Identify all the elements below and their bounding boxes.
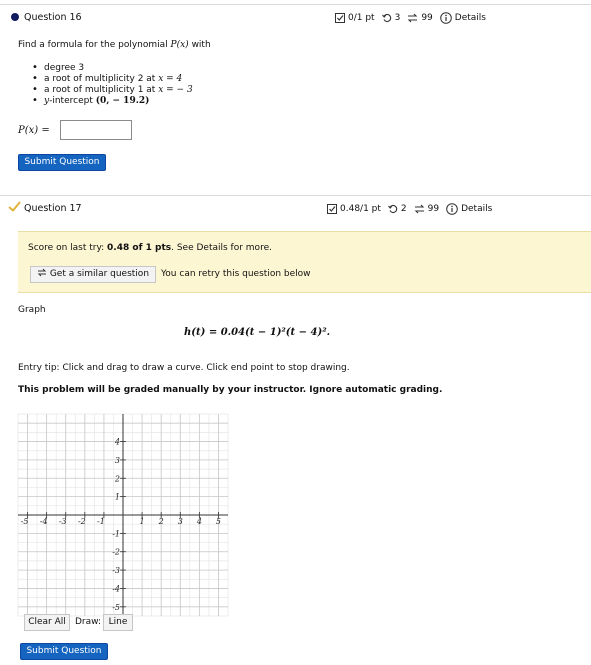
prompt-suffix: with <box>191 40 211 50</box>
details-link[interactable]: Details <box>455 13 486 23</box>
list-item: a root of multiplicity 1 at x = − 3 <box>30 84 193 96</box>
details-link[interactable]: Details <box>461 204 492 214</box>
y-tick-label: 1 <box>115 493 120 502</box>
x-tick-label: 2 <box>158 517 164 526</box>
y-tick-label: -4 <box>112 584 120 593</box>
score-icon <box>335 13 345 23</box>
y-tick-label: -1 <box>112 529 120 538</box>
question-16-title: Question 16 <box>24 12 82 23</box>
question-17-header: Question 17 0.48/1 pt 2 99 Details <box>0 195 591 222</box>
question-17-title: Question 17 <box>24 203 82 214</box>
line-tool-button[interactable]: Line <box>103 614 133 631</box>
x-tick-label: -1 <box>97 517 105 526</box>
x-tick-label: 1 <box>140 517 145 526</box>
question-16-retries: 3 <box>394 13 401 23</box>
info-icon[interactable] <box>446 203 458 215</box>
graph-canvas[interactable]: -5 -4 -3 -2 -1 1 2 3 4 5 4 3 2 1 -1 -2 -3 -4 -5 <box>14 410 232 620</box>
question-16-meta: 0/1 pt 3 99 Details <box>335 12 486 24</box>
question-17-attempts: 99 <box>427 204 440 214</box>
last-try-text: Score on last try: 0.48 of 1 pts. See De… <box>28 243 272 253</box>
question-17-meta: 0.48/1 pt 2 99 Details <box>327 203 492 215</box>
submit-question-button[interactable]: Submit Question <box>18 154 106 171</box>
x-tick-label: 4 <box>196 517 202 526</box>
answer-label: P(x) = <box>18 125 50 136</box>
retries-icon <box>387 204 398 214</box>
question-16-prompt: Find a formula for the polynomial P(x) w… <box>18 40 211 50</box>
manual-grading-note: This problem will be graded manually by … <box>18 385 443 395</box>
list-item: degree 3 <box>30 62 193 74</box>
last-try-notice: Score on last try: 0.48 of 1 pts. See De… <box>18 231 591 293</box>
clear-all-button[interactable]: Clear All <box>24 614 70 631</box>
question-17-retries: 2 <box>400 204 407 214</box>
graph-label: Graph <box>18 305 46 315</box>
y-tick-label: 4 <box>114 438 120 447</box>
function-formula: h(t) = 0.04(t − 1)²(t − 4)². <box>184 327 331 338</box>
list-item: a root of multiplicity 2 at x = 4 <box>30 73 193 85</box>
attempts-icon <box>414 204 425 214</box>
list-item: y-intercept (0, − 19.2) <box>30 95 193 107</box>
y-tick-label: -2 <box>112 548 120 557</box>
question-16-score: 0/1 pt <box>348 13 375 23</box>
y-tick-label: 2 <box>114 474 120 483</box>
x-tick-label: -5 <box>21 517 29 526</box>
retries-icon <box>381 13 392 23</box>
retry-text: You can retry this question below <box>161 269 311 279</box>
x-tick-label: -3 <box>59 517 67 526</box>
entry-tip: Entry tip: Click and drag to draw a curv… <box>18 363 350 373</box>
answer-input[interactable] <box>60 120 132 140</box>
x-tick-label: 5 <box>216 517 221 526</box>
prompt-math: P(x) <box>170 40 189 50</box>
x-tick-label: -2 <box>78 517 86 526</box>
draw-label: Draw: <box>75 617 102 627</box>
y-tick-label: 3 <box>115 456 120 465</box>
y-tick-label: -3 <box>112 566 120 575</box>
requirements-list: degree 3 a root of multiplicity 2 at x =… <box>30 62 193 107</box>
question-17-score: 0.48/1 pt <box>340 204 381 214</box>
attempts-icon <box>407 13 418 23</box>
info-icon[interactable] <box>439 12 452 24</box>
x-tick-label: -4 <box>40 517 48 526</box>
y-tick-label: -5 <box>112 603 120 612</box>
question-16-header: Question 16 0/1 pt 3 99 Details <box>0 4 591 31</box>
current-question-dot <box>11 13 19 21</box>
similar-question-button[interactable]: Get a similar question <box>30 266 156 283</box>
retry-icon <box>37 268 47 277</box>
prompt-text: Find a formula for the polynomial <box>18 40 168 50</box>
x-tick-label: 3 <box>178 517 183 526</box>
question-16-attempts: 99 <box>421 13 433 23</box>
submit-question-button[interactable]: Submit Question <box>20 643 108 660</box>
check-icon <box>8 201 21 215</box>
score-icon <box>327 204 337 214</box>
